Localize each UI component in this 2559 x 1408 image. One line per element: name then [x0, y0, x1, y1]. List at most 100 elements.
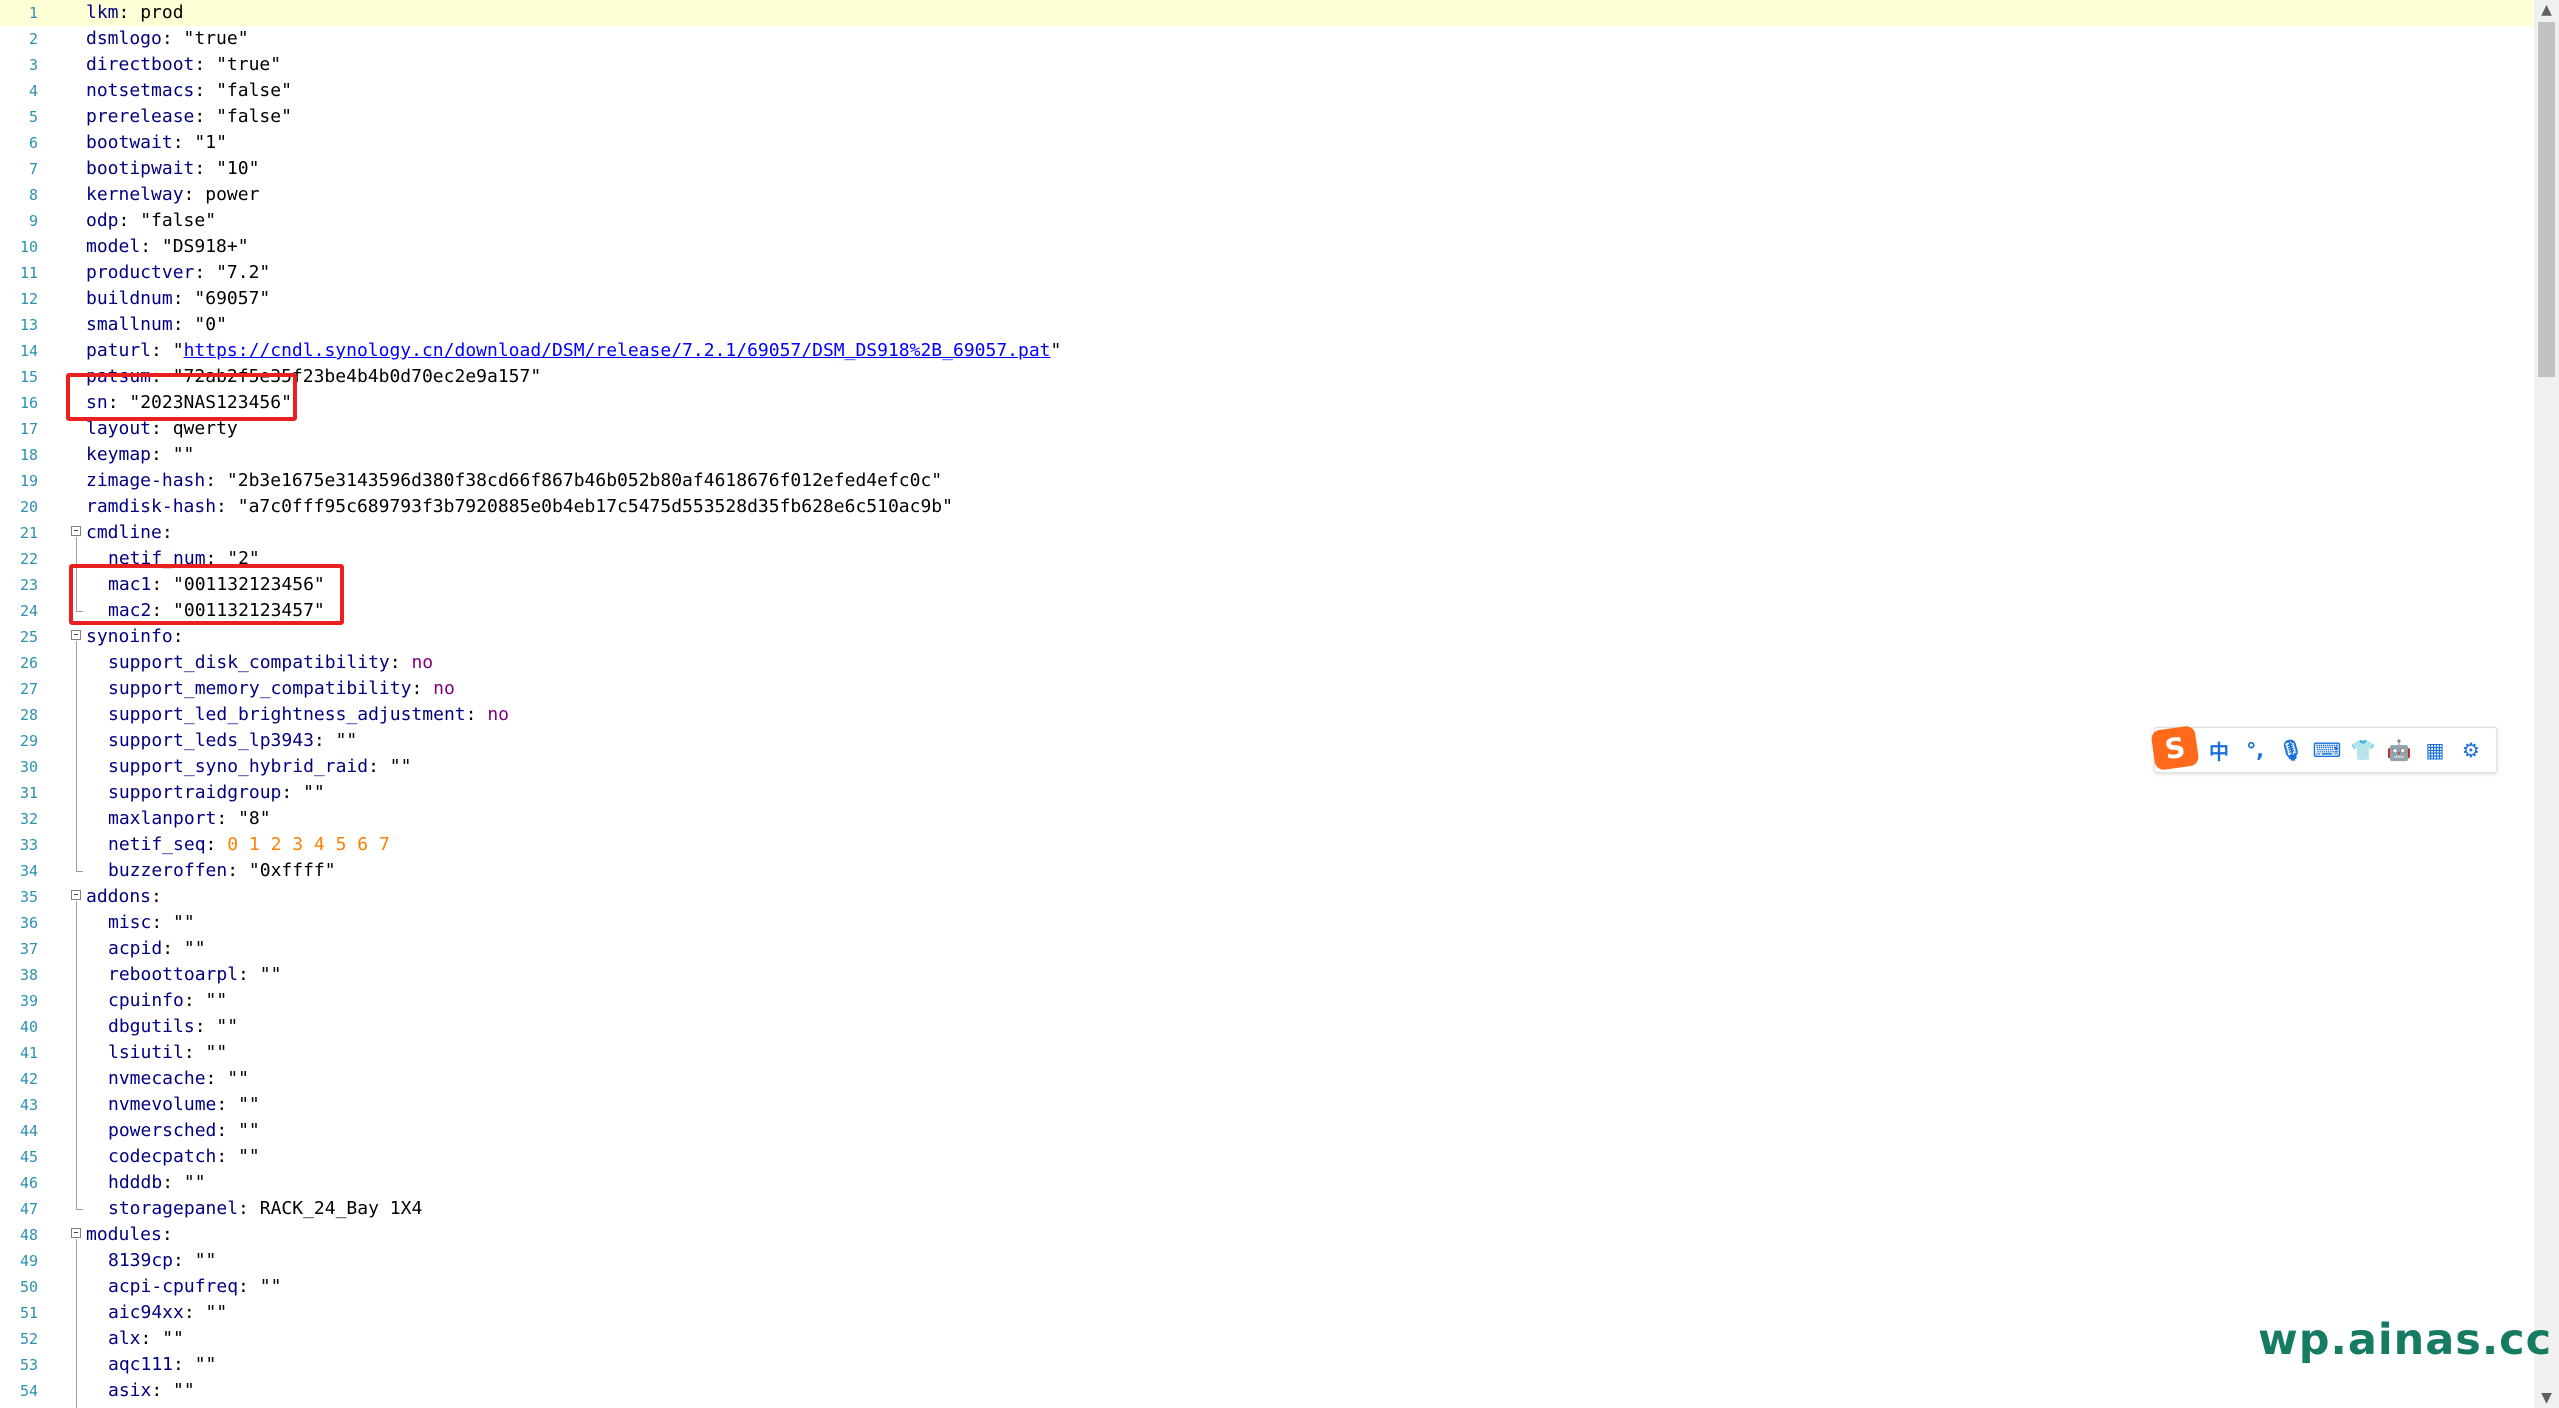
vertical-scrollbar[interactable]: ▲ ▼	[2534, 0, 2559, 1408]
code-line[interactable]: 20 ramdisk-hash: "a7c0fff95c689793f3b7920…	[0, 494, 2534, 520]
code-line[interactable]: 22 netif_num: "2"	[0, 546, 2534, 572]
code-line[interactable]: 37 acpid: ""	[0, 936, 2534, 962]
code-line[interactable]: 6 bootwait: "1"	[0, 130, 2534, 156]
fold-collapse-icon[interactable]	[71, 526, 81, 536]
punctuation: :	[227, 860, 249, 881]
code-line[interactable]: 27 support_memory_compatibility: no	[0, 676, 2534, 702]
yaml-key: netif_seq	[108, 834, 206, 855]
code-line[interactable]: 8 kernelway: power	[0, 182, 2534, 208]
skin-shirt-icon[interactable]: 👕	[2345, 732, 2381, 768]
code-line[interactable]: 24 mac2: "001132123457"	[0, 598, 2534, 624]
yaml-value: "a7c0fff95c689793f3b7920885e0b4eb17c5475…	[237, 496, 953, 517]
code-line[interactable]: 26 support_disk_compatibility: no	[0, 650, 2534, 676]
code-line[interactable]: 41 lsiutil: ""	[0, 1040, 2534, 1066]
fold-collapse-icon[interactable]	[71, 630, 81, 640]
code-line[interactable]: 14 paturl: "https://cndl.synology.cn/down…	[0, 338, 2534, 364]
microphone-icon[interactable]: 🎙	[2273, 732, 2309, 768]
line-number: 42	[19, 1070, 38, 1088]
code-line[interactable]: 19 zimage-hash: "2b3e1675e3143596d380f38c…	[0, 468, 2534, 494]
punctuation: :	[151, 1380, 174, 1401]
code-line[interactable]: 31 supportraidgroup: ""	[0, 780, 2534, 806]
line-number: 4	[28, 82, 38, 100]
code-line[interactable]: 16 sn: "2023NAS123456"	[0, 390, 2534, 416]
code-line[interactable]: 13 smallnum: "0"	[0, 312, 2534, 338]
code-line[interactable]: 3 directboot: "true"	[0, 52, 2534, 78]
code-line[interactable]: 36 misc: ""	[0, 910, 2534, 936]
code-line[interactable]: 33 netif_seq: 0 1 2 3 4 5 6 7	[0, 832, 2534, 858]
code-line[interactable]: 21 cmdline:	[0, 520, 2534, 546]
line-number: 17	[19, 420, 38, 438]
code-line[interactable]: 7 bootipwait: "10"	[0, 156, 2534, 182]
code-line[interactable]: 35 addons:	[0, 884, 2534, 910]
code-text: misc: ""	[108, 910, 195, 936]
code-line[interactable]: 53 aqc111: ""	[0, 1352, 2534, 1378]
scroll-up-arrow-icon[interactable]: ▲	[2534, 0, 2559, 20]
fold-guide-line	[76, 641, 77, 871]
keyboard-icon[interactable]: ⌨	[2309, 732, 2345, 768]
code-line[interactable]: 15 patsum: "72ab2f5e35f23be4b4b0d70ec2e9a…	[0, 364, 2534, 390]
line-number: 28	[19, 706, 38, 724]
code-line[interactable]: 50 acpi-cpufreq: ""	[0, 1274, 2534, 1300]
code-line[interactable]: 38 reboottoarpl: ""	[0, 962, 2534, 988]
scroll-down-arrow-icon[interactable]: ▼	[2534, 1388, 2559, 1408]
code-line[interactable]: 2 dsmlogo: "true"	[0, 26, 2534, 52]
punctuation: :	[194, 1016, 217, 1037]
code-line[interactable]: 12 buildnum: "69057"	[0, 286, 2534, 312]
yaml-key: support_syno_hybrid_raid	[108, 756, 369, 777]
code-line[interactable]: 5 prerelease: "false"	[0, 104, 2534, 130]
code-line[interactable]: 10 model: "DS918+"	[0, 234, 2534, 260]
code-line[interactable]: 17 layout: qwerty	[0, 416, 2534, 442]
code-line[interactable]: 23 mac1: "001132123456"	[0, 572, 2534, 598]
code-editor[interactable]: 1 lkm: prod 2 dsmlogo: "true" 3 directboot: "…	[0, 0, 2534, 1408]
ime-toolbar[interactable]: S 中 °, 🎙 ⌨ 👕 🤖 ▦ ⚙	[2150, 725, 2497, 773]
code-line[interactable]: 43 nvmevolume: ""	[0, 1092, 2534, 1118]
chinese-mode-icon[interactable]: 中	[2201, 732, 2237, 768]
code-line[interactable]: 47 storagepanel: RACK_24_Bay 1X4	[0, 1196, 2534, 1222]
yaml-value: "0xffff"	[248, 860, 336, 881]
yaml-key: codecpatch	[108, 1146, 217, 1167]
fold-collapse-icon[interactable]	[71, 1228, 81, 1238]
code-line[interactable]: 44 powersched: ""	[0, 1118, 2534, 1144]
scrollbar-thumb[interactable]	[2538, 22, 2555, 377]
punctuation: :	[162, 1172, 184, 1193]
line-number: 11	[19, 264, 38, 282]
code-line[interactable]: 40 dbgutils: ""	[0, 1014, 2534, 1040]
watermark: wp.ainas.cc	[2258, 1315, 2553, 1365]
code-line[interactable]: 11 productver: "7.2"	[0, 260, 2534, 286]
code-line[interactable]: 25 synoinfo:	[0, 624, 2534, 650]
fold-guide-end	[76, 1209, 83, 1210]
yaml-value: ""	[183, 1172, 206, 1193]
yaml-value: ""	[259, 1276, 282, 1297]
punctuation: :	[161, 522, 173, 543]
code-line[interactable]: 49 8139cp: ""	[0, 1248, 2534, 1274]
robot-assistant-icon[interactable]: 🤖	[2381, 732, 2417, 768]
code-line[interactable]: 45 codecpatch: ""	[0, 1144, 2534, 1170]
code-line[interactable]: 51 aic94xx: ""	[0, 1300, 2534, 1326]
url-link[interactable]: https://cndl.synology.cn/download/DSM/re…	[184, 340, 1051, 361]
code-line[interactable]: 54 asix: ""	[0, 1378, 2534, 1404]
code-line[interactable]: 39 cpuinfo: ""	[0, 988, 2534, 1014]
toolbox-grid-icon[interactable]: ▦	[2417, 732, 2453, 768]
code-line[interactable]: 9 odp: "false"	[0, 208, 2534, 234]
code-line[interactable]: 1 lkm: prod	[0, 0, 2534, 26]
punctuation: :	[173, 1250, 195, 1271]
settings-gear-icon[interactable]: ⚙	[2453, 732, 2489, 768]
code-text: lkm: prod	[86, 0, 184, 26]
code-line[interactable]: 4 notsetmacs: "false"	[0, 78, 2534, 104]
code-text: kernelway: power	[86, 182, 259, 208]
code-line[interactable]: 52 alx: ""	[0, 1326, 2534, 1352]
code-line[interactable]: 32 maxlanport: "8"	[0, 806, 2534, 832]
yaml-key: modules	[86, 1224, 162, 1245]
punctuation-icon[interactable]: °,	[2237, 732, 2273, 768]
sogou-logo-icon[interactable]: S	[2150, 725, 2200, 771]
line-number: 39	[19, 992, 38, 1010]
code-line[interactable]: 46 hdddb: ""	[0, 1170, 2534, 1196]
code-line[interactable]: 34 buzzeroffen: "0xffff"	[0, 858, 2534, 884]
yaml-key: nvmecache	[108, 1068, 206, 1089]
fold-collapse-icon[interactable]	[71, 890, 81, 900]
code-line[interactable]: 28 support_led_brightness_adjustment: no	[0, 702, 2534, 728]
code-line[interactable]: 18 keymap: ""	[0, 442, 2534, 468]
code-line[interactable]: 48 modules:	[0, 1222, 2534, 1248]
code-line[interactable]: 42 nvmecache: ""	[0, 1066, 2534, 1092]
yaml-key: cmdline	[86, 522, 162, 543]
